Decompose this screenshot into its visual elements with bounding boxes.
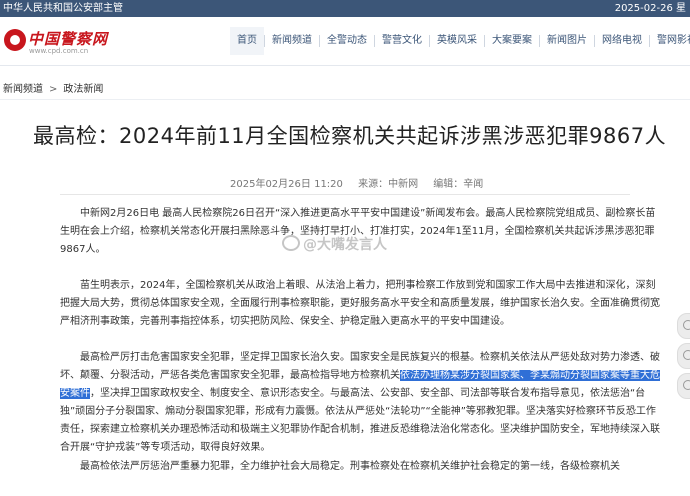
nav-item-major-cases[interactable]: 大案要案 [485,27,539,55]
top-bar: 中华人民共和国公安部主管 2025-02-26 星 [0,0,690,17]
logo-url: www.cpd.com.cn [29,47,89,55]
paragraph-text: 苗生明表示，2024年，全国检察机关从政治上着眼、从法治上着力，把刑事检察工作放… [60,280,660,327]
watermark-text: @大嘴发言人 [303,237,387,253]
weibo-icon [282,235,300,251]
nav-item-tv[interactable]: 网络电视 [595,27,649,55]
paragraph-text: 最高检严厉打击危害国家安全犯罪，坚定捍卫国家长治久安。国家安全是民族复兴的根基。… [60,349,660,457]
article-paragraph-4: 最高检依法严厉惩治严重暴力犯罪，全力维护社会大局稳定。刑事检察处在检察机关维护社… [60,458,660,476]
share-icon [683,320,690,330]
breadcrumb: 新闻频道 > 政法新闻 [3,80,103,95]
share-icon [683,350,690,360]
side-share-button-3[interactable] [677,373,690,399]
article-source: 来源：中新网 [358,179,419,190]
main-nav: 首页 新闻频道 全警动态 警营文化 英模风采 大案要案 新闻图片 网络电视 警网… [230,27,690,55]
article-paragraph-2: 苗生明表示，2024年，全国检察机关从政治上着眼、从法治上着力，把刑事检察工作放… [60,277,660,331]
share-icon [683,380,690,390]
current-date: 2025-02-26 星 [614,3,686,14]
nav-item-film[interactable]: 警网影视 [650,27,690,55]
site-header: 中国警察网 www.cpd.com.cn 首页 新闻频道 全警动态 警营文化 英… [0,17,690,65]
article-meta: 2025年02月26日 11:20 来源：中新网 编辑：辛闻 [230,175,495,190]
meta-divider [60,194,630,195]
breadcrumb-divider [0,99,690,100]
article-paragraph-3: 最高检严厉打击危害国家安全犯罪，坚定捍卫国家长治久安。国家安全是民族复兴的根基。… [60,349,660,457]
nav-item-culture[interactable]: 警营文化 [375,27,429,55]
nav-item-police-news[interactable]: 全警动态 [320,27,374,55]
breadcrumb-news-channel[interactable]: 新闻频道 [3,84,43,95]
article-title: 最高检：2024年前11月全国检察机关共起诉涉黑涉恶犯罪9867人 [33,124,667,148]
breadcrumb-separator: > [49,84,58,95]
side-share-button-1[interactable] [677,313,690,339]
site-logo[interactable]: 中国警察网 www.cpd.com.cn [4,27,124,57]
nav-item-photos[interactable]: 新闻图片 [540,27,594,55]
police-badge-icon [4,29,26,51]
breadcrumb-legal-news[interactable]: 政法新闻 [63,84,103,95]
nav-item-home[interactable]: 首页 [230,27,264,55]
nav-item-heroes[interactable]: 英模风采 [430,27,484,55]
nav-item-news[interactable]: 新闻频道 [265,27,319,55]
watermark: @大嘴发言人 [282,234,387,254]
side-share-button-2[interactable] [677,343,690,369]
article-editor: 编辑：辛闻 [433,179,484,190]
logo-name: 中国警察网 [28,30,109,48]
paragraph-text: 最高检依法严厉惩治严重暴力犯罪，全力维护社会大局稳定。刑事检察处在检察机关维护社… [80,461,620,472]
header-divider [0,65,690,66]
paragraph-text-end: ，坚决捍卫国家政权安全、制度安全、意识形态安全。与最高法、公安部、安全部、司法部… [60,388,660,453]
article-datetime: 2025年02月26日 11:20 [230,179,343,190]
site-authority-text: 中华人民共和国公安部主管 [3,3,123,14]
